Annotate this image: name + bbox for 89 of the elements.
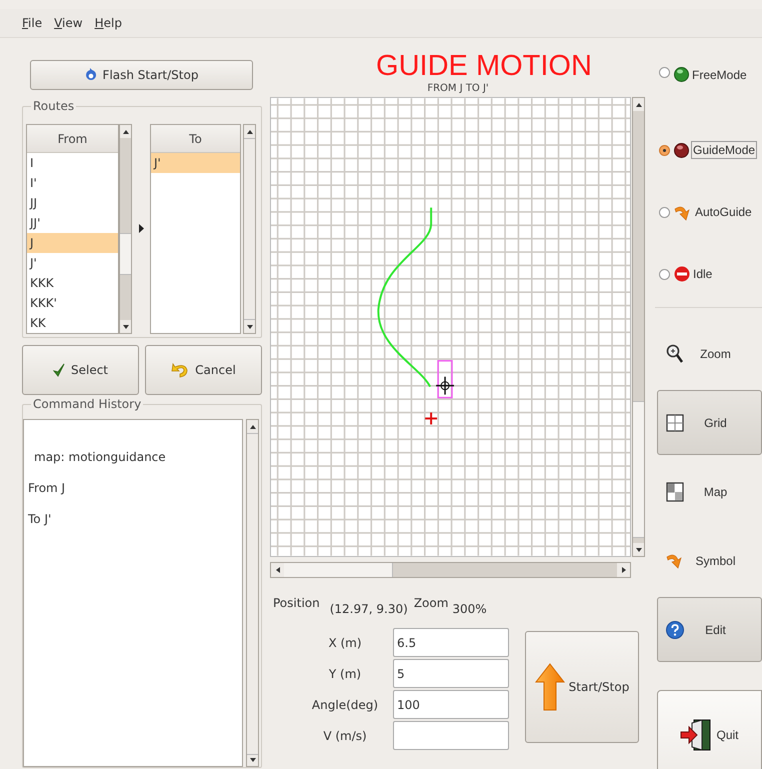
zoom-value: 300% xyxy=(452,602,487,616)
scroll-up-icon xyxy=(246,128,254,134)
magnifier-icon xyxy=(666,344,684,364)
list-item[interactable]: JJ' xyxy=(27,213,118,233)
radio-button[interactable] xyxy=(659,144,670,156)
scroll-left-icon xyxy=(274,566,280,574)
target-marker xyxy=(425,412,438,424)
list-item[interactable]: KKK xyxy=(27,273,118,293)
triangle-icon xyxy=(138,224,144,233)
scroll-down-icon xyxy=(634,546,642,552)
group-title: Command History xyxy=(31,397,144,411)
list-item[interactable]: JJ xyxy=(27,193,118,213)
mode-label[interactable]: GuideMode xyxy=(691,141,758,159)
list-item[interactable]: J xyxy=(27,233,118,253)
scroll-up-icon xyxy=(248,424,256,430)
list-item[interactable]: I' xyxy=(27,173,118,193)
list-header[interactable]: From xyxy=(27,125,118,153)
scroll-right-icon xyxy=(620,566,626,574)
input-field[interactable] xyxy=(393,721,509,750)
mode-label[interactable]: Idle xyxy=(692,266,714,282)
grid-icon xyxy=(666,414,684,432)
scroll-down-icon xyxy=(122,324,130,330)
list-item[interactable]: J' xyxy=(27,253,118,273)
scrollbar[interactable] xyxy=(246,419,259,767)
page-title: GUIDE MOTION xyxy=(376,50,592,82)
start-stop-button[interactable]: Start/Stop xyxy=(525,631,639,743)
scrollbar[interactable] xyxy=(119,124,132,334)
field-label: X (m) xyxy=(327,634,363,652)
field-label: V (m/s) xyxy=(322,728,368,744)
list-item[interactable]: KKK' xyxy=(27,293,118,313)
history-line: To J' xyxy=(27,512,52,528)
history-line: map: motionguidance xyxy=(33,450,167,466)
curved-arrow-icon xyxy=(666,552,684,569)
scroll-up-icon xyxy=(122,128,130,134)
select-button[interactable]: Select xyxy=(22,345,139,395)
flash-icon xyxy=(84,68,97,82)
up-arrow-icon xyxy=(534,663,565,711)
list-header[interactable]: To xyxy=(151,125,240,153)
map-icon xyxy=(666,482,684,502)
list-item[interactable]: KK xyxy=(27,313,118,333)
input-field[interactable]: 5 xyxy=(393,659,509,688)
radio-button[interactable] xyxy=(659,206,670,218)
undo-arrow-icon xyxy=(171,362,190,378)
group-title: Routes xyxy=(31,99,76,113)
mode-label[interactable]: AutoGuide xyxy=(694,204,753,220)
scrollbar[interactable] xyxy=(632,97,645,557)
history-line: From J xyxy=(27,481,66,497)
scroll-down-icon xyxy=(246,324,254,330)
mode-label[interactable]: FreeMode xyxy=(691,67,748,83)
tool-button[interactable]: Edit xyxy=(657,597,762,662)
menu-item[interactable]: File xyxy=(22,16,42,30)
route-subtitle: FROM J TO J' xyxy=(427,83,489,95)
map-canvas[interactable] xyxy=(270,97,631,557)
menu-item[interactable]: Help xyxy=(94,16,122,30)
no-entry-icon xyxy=(674,266,690,282)
field-label: Angle(deg) xyxy=(310,696,380,714)
scroll-thumb[interactable] xyxy=(247,433,258,755)
scroll-thumb[interactable] xyxy=(633,401,644,538)
scroll-thumb[interactable] xyxy=(120,233,131,275)
scroll-thumb[interactable] xyxy=(284,563,393,577)
robot-marker xyxy=(436,360,454,398)
scroll-up-icon xyxy=(634,102,642,108)
radio-button[interactable] xyxy=(659,67,670,78)
input-field[interactable]: 6.5 xyxy=(393,628,509,657)
menu-item[interactable]: View xyxy=(54,16,83,30)
flash-button[interactable]: Flash Start/Stop xyxy=(30,60,253,90)
list-item[interactable]: I xyxy=(27,153,118,173)
tool-button[interactable]: Map xyxy=(657,459,762,524)
tool-button[interactable]: Grid xyxy=(657,390,762,455)
help-icon xyxy=(666,620,684,638)
scrollbar[interactable] xyxy=(270,562,631,578)
ball-icon xyxy=(674,142,689,158)
ball-icon xyxy=(674,67,689,82)
zoom-label: Zoom xyxy=(414,596,448,610)
input-field[interactable]: 100 xyxy=(393,690,509,719)
scrollbar[interactable] xyxy=(243,124,256,334)
scroll-thumb[interactable] xyxy=(244,138,255,320)
quit-button[interactable]: Quit xyxy=(657,690,762,769)
radio-button[interactable] xyxy=(659,268,670,280)
position-label: Position xyxy=(273,596,320,610)
position-value: (12.97, 9.30) xyxy=(330,602,408,616)
history-box[interactable]: map: motionguidance From J To J' xyxy=(23,419,243,767)
cancel-button[interactable]: Cancel xyxy=(145,345,262,395)
field-label: Y (m) xyxy=(328,666,362,682)
check-icon xyxy=(52,363,65,377)
tool-button[interactable]: Symbol xyxy=(657,528,762,593)
list-item[interactable]: J' xyxy=(151,153,240,173)
exit-door-icon xyxy=(680,719,712,751)
tool-button[interactable]: Zoom xyxy=(657,321,762,386)
